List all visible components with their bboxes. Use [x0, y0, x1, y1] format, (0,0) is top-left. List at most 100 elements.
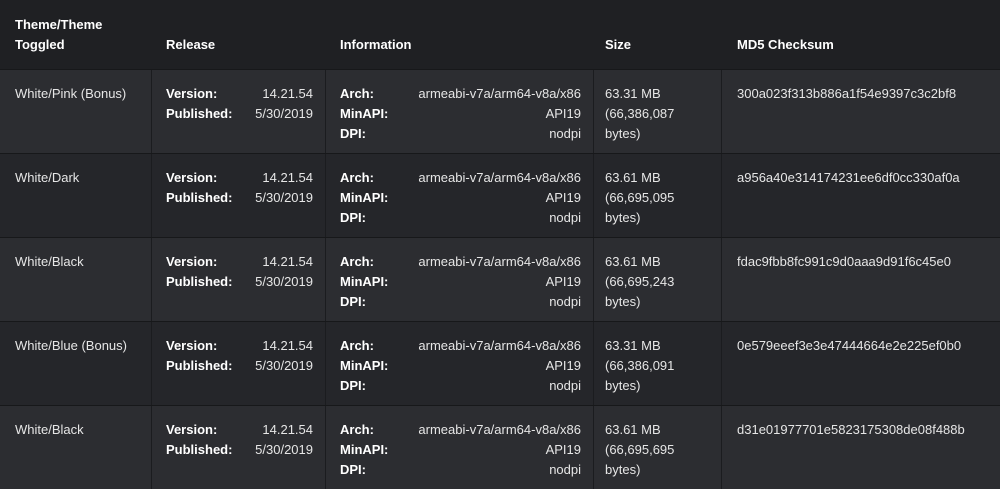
information-cell: Arch: armeabi-v7a/arm64-v8a/x86 MinAPI: AP…: [326, 70, 594, 153]
size-mb: 63.61 MB: [605, 422, 661, 437]
minapi-label: MinAPI:: [340, 442, 389, 457]
md5-cell: 300a023f313b886a1f54e9397c3c2bf8: [722, 70, 1000, 153]
published-label: Published:: [166, 106, 233, 121]
release-cell: Version: 14.21.54 Published: 5/30/2019: [152, 406, 326, 489]
theme-cell: White/Dark: [0, 154, 152, 237]
information-cell: Arch: armeabi-v7a/arm64-v8a/x86 MinAPI: AP…: [326, 154, 594, 237]
md5-cell: fdac9fbb8fc991c9d0aaa9d91f6c45e0: [722, 238, 1000, 321]
size-cell: 63.61 MB (66,695,095 bytes): [594, 154, 722, 237]
arch-value: armeabi-v7a/arm64-v8a/x86: [418, 86, 581, 101]
published-value: 5/30/2019: [255, 106, 313, 121]
dpi-label: DPI:: [340, 126, 366, 141]
md5-value: 300a023f313b886a1f54e9397c3c2bf8: [737, 86, 957, 101]
md5-cell: d31e01977701e5823175308de08f488b: [722, 406, 1000, 489]
version-label: Version:: [166, 254, 218, 269]
arch-label: Arch:: [340, 254, 374, 269]
minapi-label: MinAPI:: [340, 106, 389, 121]
theme-name: White/Black: [15, 254, 84, 269]
version-label: Version:: [166, 86, 218, 101]
version-label: Version:: [166, 338, 218, 353]
release-cell: Version: 14.21.54 Published: 5/30/2019: [152, 70, 326, 153]
release-cell: Version: 14.21.54 Published: 5/30/2019: [152, 322, 326, 405]
published-label: Published:: [166, 274, 233, 289]
theme-name: White/Pink (Bonus): [15, 86, 127, 101]
published-value: 5/30/2019: [255, 358, 313, 373]
published-label: Published:: [166, 358, 233, 373]
header-md5[interactable]: MD5 Checksum: [722, 0, 1000, 69]
minapi-label: MinAPI:: [340, 190, 389, 205]
dpi-value: nodpi: [549, 210, 581, 225]
table-row[interactable]: White/Blue (Bonus) Version: 14.21.54 Publ…: [0, 321, 1000, 405]
dpi-label: DPI:: [340, 378, 366, 393]
minapi-label: MinAPI:: [340, 274, 389, 289]
size-bytes-unit: bytes): [605, 462, 641, 477]
dpi-label: DPI:: [340, 210, 366, 225]
table-body: White/Pink (Bonus) Version: 14.21.54 Publ…: [0, 69, 1000, 489]
header-information[interactable]: Information: [326, 0, 594, 69]
table-row[interactable]: White/Dark Version: 14.21.54 Published: 5/…: [0, 153, 1000, 237]
theme-cell: White/Blue (Bonus): [0, 322, 152, 405]
theme-cell: White/Black: [0, 238, 152, 321]
dpi-value: nodpi: [549, 378, 581, 393]
arch-label: Arch:: [340, 86, 374, 101]
theme-name: White/Blue (Bonus): [15, 338, 127, 353]
size-cell: 63.31 MB (66,386,087 bytes): [594, 70, 722, 153]
arch-value: armeabi-v7a/arm64-v8a/x86: [418, 422, 581, 437]
table-row[interactable]: White/Black Version: 14.21.54 Published: 5…: [0, 237, 1000, 321]
minapi-value: API19: [545, 358, 581, 373]
dpi-value: nodpi: [549, 126, 581, 141]
size-mb: 63.31 MB: [605, 86, 661, 101]
minapi-value: API19: [545, 190, 581, 205]
arch-value: armeabi-v7a/arm64-v8a/x86: [418, 338, 581, 353]
size-bytes-unit: bytes): [605, 126, 641, 141]
header-theme[interactable]: Theme/Theme Toggled: [0, 0, 152, 69]
header-size[interactable]: Size: [594, 0, 722, 69]
size-bytes: (66,386,091: [605, 358, 675, 373]
size-bytes-unit: bytes): [605, 294, 641, 309]
version-value: 14.21.54: [262, 86, 313, 101]
table-row[interactable]: White/Black Version: 14.21.54 Published: 5…: [0, 405, 1000, 489]
version-value: 14.21.54: [262, 170, 313, 185]
size-bytes-unit: bytes): [605, 210, 641, 225]
published-value: 5/30/2019: [255, 190, 313, 205]
published-label: Published:: [166, 190, 233, 205]
size-cell: 63.31 MB (66,386,091 bytes): [594, 322, 722, 405]
header-release[interactable]: Release: [152, 0, 326, 69]
theme-cell: White/Black: [0, 406, 152, 489]
size-bytes-unit: bytes): [605, 378, 641, 393]
arch-value: armeabi-v7a/arm64-v8a/x86: [418, 254, 581, 269]
version-label: Version:: [166, 170, 218, 185]
size-bytes: (66,695,095: [605, 190, 675, 205]
theme-cell: White/Pink (Bonus): [0, 70, 152, 153]
information-cell: Arch: armeabi-v7a/arm64-v8a/x86 MinAPI: AP…: [326, 238, 594, 321]
size-bytes: (66,695,695: [605, 442, 675, 457]
size-mb: 63.31 MB: [605, 338, 661, 353]
md5-value: fdac9fbb8fc991c9d0aaa9d91f6c45e0: [737, 254, 951, 269]
size-cell: 63.61 MB (66,695,695 bytes): [594, 406, 722, 489]
arch-label: Arch:: [340, 338, 374, 353]
published-value: 5/30/2019: [255, 274, 313, 289]
table-row[interactable]: White/Pink (Bonus) Version: 14.21.54 Publ…: [0, 69, 1000, 153]
minapi-value: API19: [545, 274, 581, 289]
size-cell: 63.61 MB (66,695,243 bytes): [594, 238, 722, 321]
release-cell: Version: 14.21.54 Published: 5/30/2019: [152, 238, 326, 321]
version-label: Version:: [166, 422, 218, 437]
minapi-value: API19: [545, 106, 581, 121]
md5-value: a956a40e314174231ee6df0cc330af0a: [737, 170, 960, 185]
size-bytes: (66,386,087: [605, 106, 675, 121]
dpi-value: nodpi: [549, 462, 581, 477]
version-value: 14.21.54: [262, 254, 313, 269]
minapi-label: MinAPI:: [340, 358, 389, 373]
minapi-value: API19: [545, 442, 581, 457]
release-cell: Version: 14.21.54 Published: 5/30/2019: [152, 154, 326, 237]
apk-variants-table: Theme/Theme Toggled Release Information …: [0, 0, 1000, 489]
size-mb: 63.61 MB: [605, 170, 661, 185]
md5-value: 0e579eeef3e3e47444664e2e225ef0b0: [737, 338, 962, 353]
table-header: Theme/Theme Toggled Release Information …: [0, 0, 1000, 69]
theme-name: White/Black: [15, 422, 84, 437]
size-bytes: (66,695,243: [605, 274, 675, 289]
theme-name: White/Dark: [15, 170, 80, 185]
published-label: Published:: [166, 442, 233, 457]
md5-cell: a956a40e314174231ee6df0cc330af0a: [722, 154, 1000, 237]
md5-value: d31e01977701e5823175308de08f488b: [737, 422, 965, 437]
